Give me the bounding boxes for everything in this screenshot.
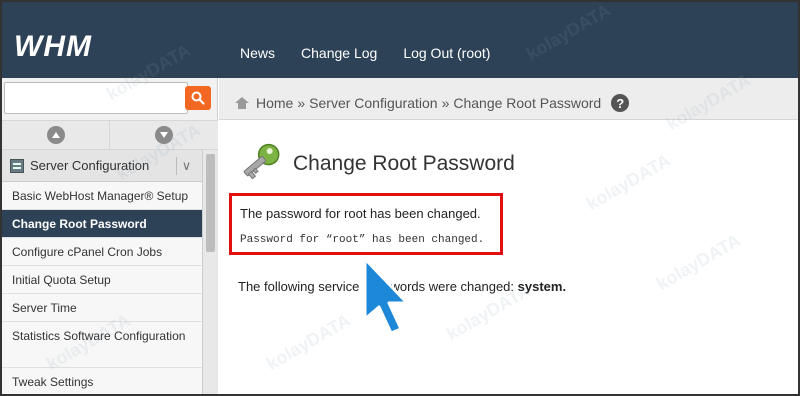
sidebar-item-initial-quota-setup[interactable]: Initial Quota Setup <box>2 266 202 294</box>
breadcrumb-section-link[interactable]: Server Configuration <box>309 95 437 111</box>
category-label: Server Configuration <box>30 158 150 173</box>
help-icon[interactable]: ? <box>611 94 630 112</box>
sidebar-arrow-row <box>2 120 218 150</box>
sidebar-scrollbar[interactable] <box>202 150 218 394</box>
scroll-down-cell <box>110 121 218 149</box>
scroll-up-cell <box>2 121 110 149</box>
breadcrumb-separator: » <box>441 95 450 111</box>
server-config-icon <box>10 159 24 173</box>
breadcrumb-bar: Home » Server Configuration » Change Roo… <box>219 78 798 120</box>
breadcrumb-home-link[interactable]: Home <box>256 95 293 111</box>
logout-link[interactable]: Log Out (root) <box>403 45 490 61</box>
sidebar-item-statistics-software-configuration[interactable]: Statistics Software Configuration <box>2 322 202 368</box>
sidebar-item-basic-webhost-manager-setup[interactable]: Basic WebHost Manager® Setup <box>2 182 202 210</box>
key-icon <box>243 143 280 180</box>
sidebar-item-configure-cpanel-cron-jobs[interactable]: Configure cPanel Cron Jobs <box>2 238 202 266</box>
search-icon <box>191 91 205 105</box>
news-link[interactable]: News <box>240 45 275 61</box>
scroll-down-button[interactable] <box>155 126 173 144</box>
category-collapse-toggle[interactable]: ∨ <box>176 157 196 175</box>
sidebar-item-server-time[interactable]: Server Time <box>2 294 202 322</box>
sidebar-scrollbar-thumb[interactable] <box>206 154 215 252</box>
top-header: WHM News Change Log Log Out (root) <box>2 2 798 78</box>
breadcrumb-separator: » <box>297 95 306 111</box>
sidebar-item-change-root-password[interactable]: Change Root Password <box>2 210 202 238</box>
search-button[interactable] <box>185 86 211 110</box>
sidebar: Server Configuration ∨ Basic WebHost Man… <box>2 78 218 394</box>
page-title: Change Root Password <box>293 152 515 175</box>
success-message-highlight: The password for root has been changed. … <box>229 193 503 255</box>
pointer-arrow-icon <box>363 257 409 335</box>
breadcrumb-current: Change Root Password <box>453 95 602 111</box>
chevron-down-icon <box>160 132 168 138</box>
services-changed-value: system. <box>517 279 567 294</box>
chevron-up-icon <box>51 132 60 138</box>
home-icon <box>235 97 249 109</box>
success-message-detail: Password for “root” has been changed. <box>240 234 485 246</box>
success-message: The password for root has been changed. <box>240 206 481 221</box>
top-navigation: News Change Log Log Out (root) <box>240 45 490 61</box>
category-header-server-configuration[interactable]: Server Configuration ∨ <box>2 150 202 182</box>
sidebar-menu: Basic WebHost Manager® Setup Change Root… <box>2 182 202 394</box>
whm-window: WHM News Change Log Log Out (root) Serve… <box>0 0 800 396</box>
scroll-up-button[interactable] <box>46 126 65 144</box>
main-content: Change Root Password The password for ro… <box>219 121 798 394</box>
breadcrumb: Home » Server Configuration » Change Roo… <box>235 94 630 112</box>
whm-logo[interactable]: WHM <box>14 30 92 64</box>
sidebar-item-tweak-settings[interactable]: Tweak Settings <box>2 368 202 394</box>
change-log-link[interactable]: Change Log <box>301 45 377 61</box>
sidebar-search-input[interactable] <box>4 82 188 114</box>
